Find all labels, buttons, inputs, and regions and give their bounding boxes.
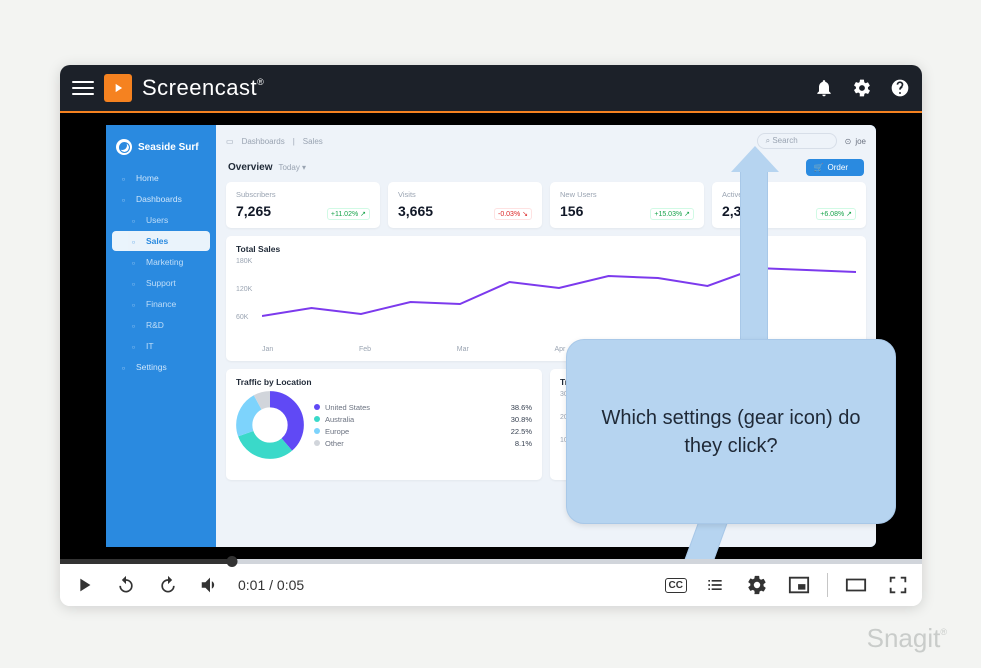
sidebar-item-settings[interactable]: ▫Settings — [112, 357, 210, 377]
sidebar-item-sales[interactable]: ▫Sales — [112, 231, 210, 251]
video-player: Screencast® Seaside Surf ▫Home▫Dashboard… — [60, 65, 922, 606]
rewind-icon — [116, 575, 136, 595]
play-icon — [111, 81, 125, 95]
video-viewport: Seaside Surf ▫Home▫Dashboards▫Users▫Sale… — [60, 113, 922, 559]
sidebar-item-marketing[interactable]: ▫Marketing — [112, 252, 210, 272]
range-dropdown[interactable]: Today ▾ — [278, 163, 306, 172]
volume-button[interactable] — [196, 571, 224, 599]
play-icon — [73, 574, 95, 596]
forward-icon — [158, 575, 178, 595]
settings-button[interactable] — [743, 571, 771, 599]
donut-chart — [236, 391, 304, 459]
gear-icon — [746, 574, 768, 596]
callout-arrow-up — [740, 163, 768, 343]
snagit-watermark: Snagit® — [867, 623, 947, 654]
fullscreen-icon — [887, 574, 909, 596]
captions-button[interactable]: CC — [665, 578, 687, 593]
user-menu[interactable]: ⊙ joe — [845, 137, 866, 146]
sidebar-item-finance[interactable]: ▫Finance — [112, 294, 210, 314]
menu-button[interactable] — [72, 81, 94, 95]
chapters-button[interactable] — [701, 571, 729, 599]
forward-button[interactable] — [154, 571, 182, 599]
kpi-card: Subscribers7,265+11.02% ↗ — [226, 182, 380, 228]
brand-logo-icon — [116, 139, 132, 155]
sidebar-item-it[interactable]: ▫IT — [112, 336, 210, 356]
player-controls: 0:01 / 0:05 CC — [60, 564, 922, 606]
sidebar-item-support[interactable]: ▫Support — [112, 273, 210, 293]
pip-icon — [788, 574, 810, 596]
panel-title: Traffic by Location — [236, 377, 532, 387]
rewind-button[interactable] — [112, 571, 140, 599]
separator — [827, 573, 828, 597]
screencast-logo[interactable] — [104, 74, 132, 102]
time-display: 0:01 / 0:05 — [238, 577, 304, 593]
sidebar-item-users[interactable]: ▫Users — [112, 210, 210, 230]
gear-icon[interactable] — [852, 78, 872, 98]
pip-button[interactable] — [785, 571, 813, 599]
kpi-card: Active Users2,318+6.08% ↗ — [712, 182, 866, 228]
dashboard-brand: Seaside Surf — [106, 135, 216, 167]
app-topbar: Screencast® — [60, 65, 922, 113]
volume-icon — [199, 574, 221, 596]
brand-name: Screencast® — [142, 75, 264, 101]
kpi-card: Visits3,665-0.03% ↘ — [388, 182, 542, 228]
order-button[interactable]: 🛒 Order — [806, 159, 864, 176]
sidebar-item-home[interactable]: ▫Home — [112, 168, 210, 188]
overview-title: Overview — [228, 162, 272, 173]
dashboard-sidebar: Seaside Surf ▫Home▫Dashboards▫Users▫Sale… — [106, 125, 216, 547]
bell-icon[interactable] — [814, 78, 834, 98]
fullscreen-button[interactable] — [884, 571, 912, 599]
kpi-card: New Users156+15.03% ↗ — [550, 182, 704, 228]
list-icon — [705, 575, 725, 595]
traffic-location-panel: Traffic by Location United States38.6%Au… — [226, 369, 542, 480]
seek-bar[interactable] — [60, 559, 922, 564]
rectangle-icon — [845, 574, 867, 596]
sidebar-item-r&d[interactable]: ▫R&D — [112, 315, 210, 335]
help-icon[interactable] — [890, 78, 910, 98]
sidebar-item-dashboards[interactable]: ▫Dashboards — [112, 189, 210, 209]
play-button[interactable] — [70, 571, 98, 599]
callout-bubble: Which settings (gear icon) do they click… — [566, 339, 896, 524]
theater-button[interactable] — [842, 571, 870, 599]
